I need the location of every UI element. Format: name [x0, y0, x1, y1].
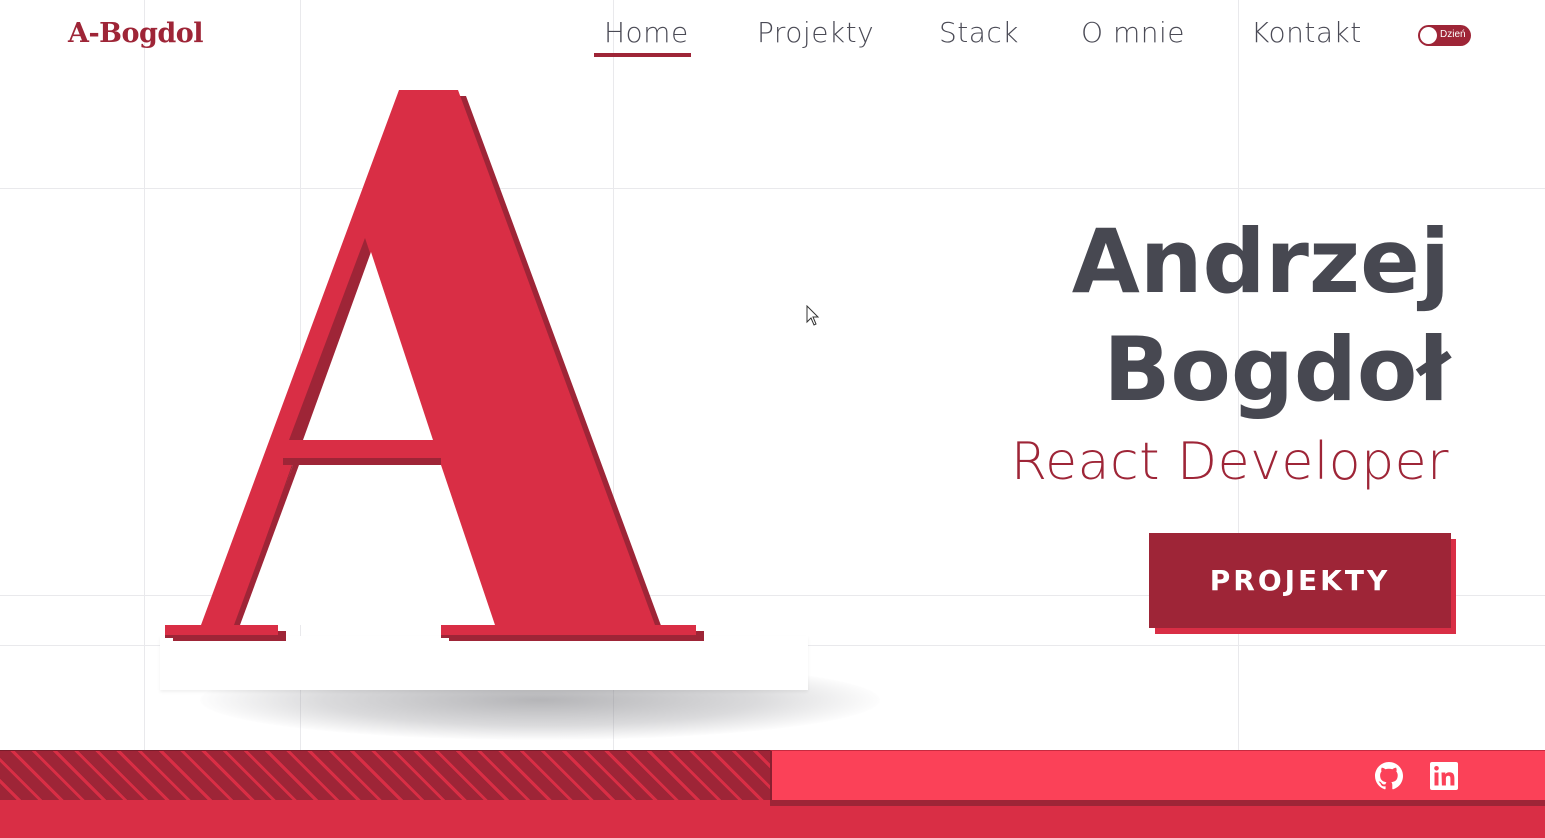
hero-role: React Developer [1010, 432, 1449, 492]
projects-button[interactable]: PROJEKTY [1149, 533, 1451, 628]
toggle-knob [1420, 27, 1437, 44]
linkedin-icon[interactable] [1428, 760, 1460, 792]
nav-item-projekty[interactable]: Projekty [757, 16, 874, 49]
mouse-cursor-icon [806, 305, 820, 326]
theme-toggle[interactable]: Dzień [1418, 25, 1471, 46]
theme-toggle-label: Dzień [1440, 29, 1466, 40]
github-icon[interactable] [1373, 760, 1405, 792]
nav-item-home[interactable]: Home [594, 16, 691, 57]
hero-first-name: Andrzej [1071, 210, 1450, 313]
nav-item-stack[interactable]: Stack [939, 16, 1019, 49]
hero-last-name: Bogdoł [1103, 318, 1450, 421]
footer-accent [770, 800, 1545, 806]
footer-stripes [0, 750, 770, 800]
hero-letter-a [165, 90, 704, 641]
grid-line [144, 0, 145, 750]
nav-item-kontakt[interactable]: Kontakt [1251, 16, 1362, 49]
site-logo[interactable]: A-Bogdol [68, 18, 204, 49]
nav-item-o-mnie[interactable]: O mnie [1081, 16, 1185, 49]
